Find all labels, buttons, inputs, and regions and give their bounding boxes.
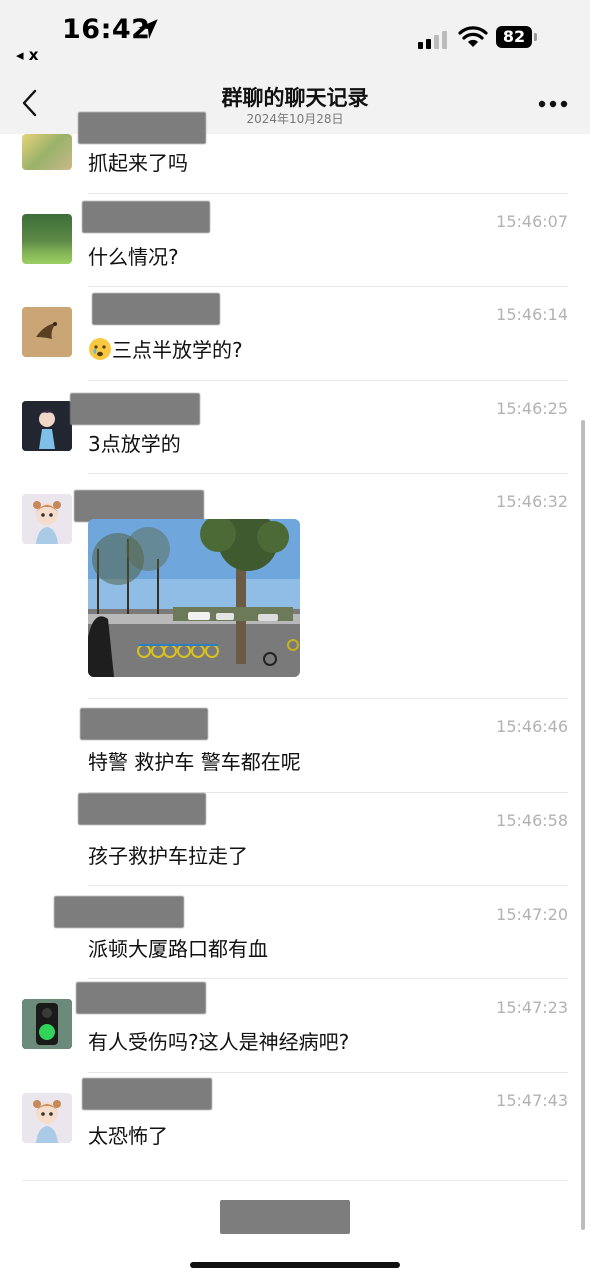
divider bbox=[88, 978, 568, 979]
character-avatar-icon bbox=[22, 401, 72, 451]
message-time: 15:47:43 bbox=[496, 1091, 568, 1110]
divider bbox=[88, 286, 568, 287]
more-dots-icon[interactable] bbox=[538, 100, 568, 108]
bird-painting-icon bbox=[22, 307, 72, 357]
message-text: 太恐怖了 bbox=[88, 1124, 168, 1148]
battery-level: 82 bbox=[496, 26, 532, 48]
redacted-sender-name bbox=[82, 201, 210, 233]
avatar[interactable] bbox=[22, 494, 72, 544]
shared-photo[interactable] bbox=[88, 519, 300, 677]
redacted-sender-name bbox=[78, 112, 206, 144]
divider bbox=[88, 885, 568, 886]
avatar[interactable] bbox=[22, 1093, 72, 1143]
message-text: 有人受伤吗?这人是神经病吧? bbox=[88, 1030, 350, 1054]
message-text: 孩子救护车拉走了 bbox=[88, 844, 248, 868]
battery-indicator: 82 bbox=[496, 26, 540, 50]
divider bbox=[88, 380, 568, 381]
message-text: 派顿大厦路口都有血 bbox=[88, 937, 268, 961]
avatar[interactable] bbox=[22, 401, 72, 451]
avatar[interactable] bbox=[22, 307, 72, 357]
message-text: 什么情况? bbox=[88, 245, 179, 269]
message-text: 抓起来了吗 bbox=[88, 151, 188, 175]
message-time: 15:46:46 bbox=[496, 717, 568, 736]
status-bar: 16:42 ◂ x 82 bbox=[0, 0, 590, 70]
redacted-footer bbox=[220, 1200, 350, 1234]
redacted-sender-name bbox=[54, 896, 184, 928]
message-text-content: 三点半放学的? bbox=[112, 338, 243, 362]
avatar[interactable] bbox=[22, 999, 72, 1049]
message-time: 15:46:58 bbox=[496, 811, 568, 830]
traffic-light-icon bbox=[22, 999, 72, 1049]
scrollbar[interactable] bbox=[581, 420, 585, 1230]
divider bbox=[88, 698, 568, 699]
doll-avatar-icon bbox=[22, 1093, 72, 1143]
redacted-sender-name bbox=[80, 708, 208, 740]
back-to-app-link[interactable]: ◂ x bbox=[16, 46, 38, 64]
divider bbox=[22, 1180, 568, 1181]
divider bbox=[88, 473, 568, 474]
redacted-sender-name bbox=[74, 490, 204, 522]
page-title: 群聊的聊天记录 bbox=[221, 86, 369, 110]
message-text: 特警 救护车 警车都在呢 bbox=[88, 750, 301, 774]
message-text: 3点放学的 bbox=[88, 432, 181, 456]
redacted-sender-name bbox=[78, 793, 206, 825]
message-time: 15:46:07 bbox=[496, 212, 568, 231]
redacted-sender-name bbox=[92, 293, 220, 325]
message-time: 15:46:14 bbox=[496, 305, 568, 324]
home-indicator[interactable] bbox=[190, 1262, 400, 1268]
redacted-sender-name bbox=[82, 1078, 212, 1110]
message-time: 15:46:32 bbox=[496, 492, 568, 511]
location-arrow-icon bbox=[138, 19, 158, 39]
divider bbox=[88, 193, 568, 194]
divider bbox=[88, 1072, 568, 1073]
doll-avatar-icon bbox=[22, 494, 72, 544]
message-time: 15:47:23 bbox=[496, 998, 568, 1017]
cellular-signal-icon bbox=[418, 31, 447, 49]
wifi-icon bbox=[458, 26, 488, 47]
message-text: 三点半放学的? bbox=[88, 334, 243, 363]
redacted-sender-name bbox=[70, 393, 200, 425]
street-photo-image bbox=[88, 519, 300, 677]
redacted-sender-name bbox=[76, 982, 206, 1014]
crying-face-emoji-icon bbox=[89, 338, 111, 360]
avatar[interactable] bbox=[22, 134, 72, 170]
avatar[interactable] bbox=[22, 214, 72, 264]
battery-tip bbox=[534, 33, 537, 41]
message-time: 15:47:20 bbox=[496, 905, 568, 924]
message-time: 15:46:25 bbox=[496, 399, 568, 418]
